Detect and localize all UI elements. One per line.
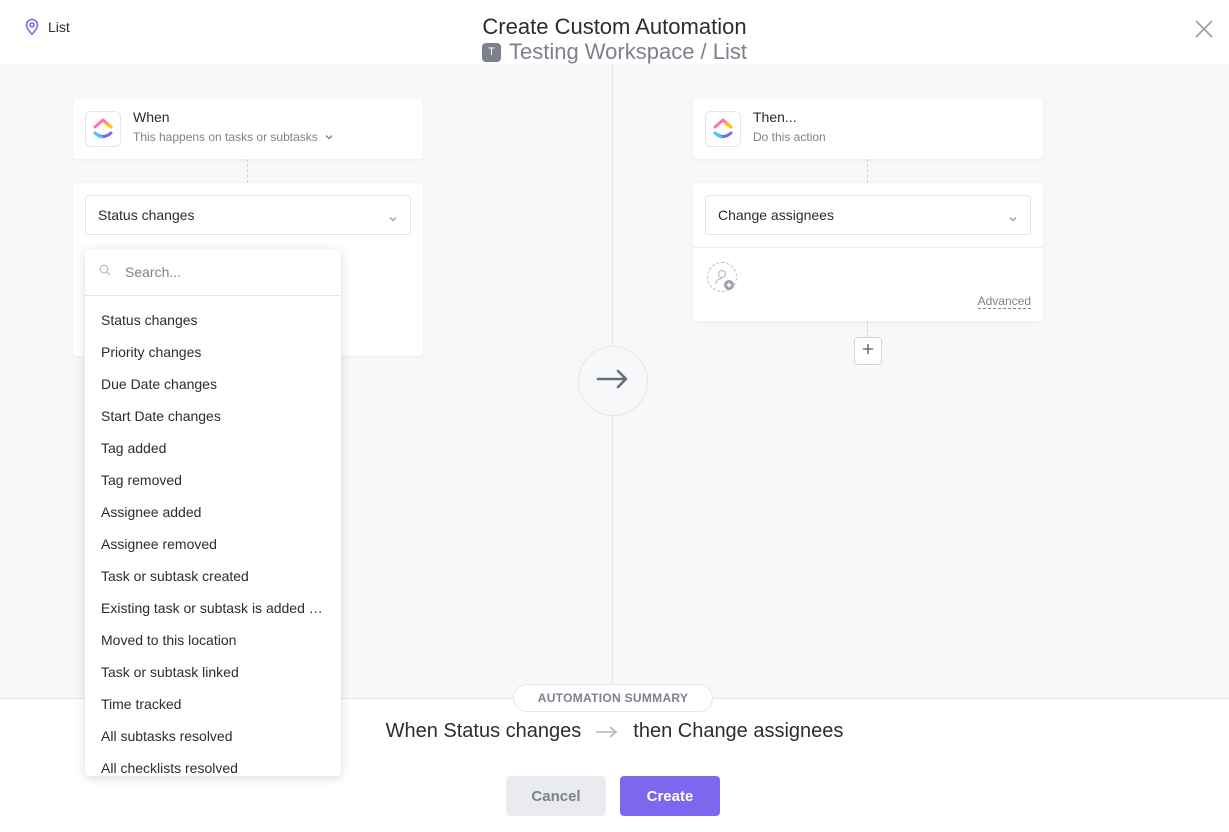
close-icon (1193, 20, 1215, 44)
action-subtitle: Do this action (753, 130, 826, 144)
trigger-dropdown: Status changes Priority changes Due Date… (85, 249, 341, 776)
trigger-option-all-checklists-resolved[interactable]: All checklists resolved (85, 752, 341, 776)
trigger-option-existing-task-added[interactable]: Existing task or subtask is added to thi… (85, 592, 341, 624)
workspace-avatar: T (481, 42, 501, 62)
flow-arrow (578, 346, 648, 416)
chevron-down-icon (1008, 210, 1018, 226)
add-action-button[interactable] (854, 337, 882, 365)
summary-label: AUTOMATION SUMMARY (513, 684, 713, 712)
arrow-right-icon (595, 725, 619, 739)
chevron-down-icon (388, 210, 398, 226)
action-select[interactable]: Change assignees (705, 195, 1031, 235)
trigger-option-tag-removed[interactable]: Tag removed (85, 464, 341, 496)
action-select-value: Change assignees (718, 207, 834, 223)
title-block: Create Custom Automation T Testing Works… (0, 14, 1229, 64)
trigger-option-due-date-changes[interactable]: Due Date changes (85, 368, 341, 400)
trigger-options-list: Status changes Priority changes Due Date… (85, 296, 341, 776)
action-header-card: Then... Do this action (693, 99, 1043, 159)
trigger-option-priority-changes[interactable]: Priority changes (85, 336, 341, 368)
trigger-subtitle: This happens on tasks or subtasks (133, 130, 318, 144)
trigger-option-task-created[interactable]: Task or subtask created (85, 560, 341, 592)
summary-when: When Status changes (385, 720, 582, 742)
arrow-right-icon (596, 369, 630, 394)
advanced-link[interactable]: Advanced (977, 294, 1031, 309)
trigger-option-moved-to-location[interactable]: Moved to this location (85, 624, 341, 656)
assignee-section: Advanced (693, 247, 1043, 321)
workspace-path: T Testing Workspace / List (481, 39, 748, 64)
trigger-header-card: When This happens on tasks or subtasks (73, 99, 423, 159)
trigger-option-time-tracked[interactable]: Time tracked (85, 688, 341, 720)
add-assignee-button[interactable] (707, 262, 737, 292)
action-connector (867, 159, 868, 183)
cancel-button[interactable]: Cancel (506, 776, 606, 816)
trigger-option-start-date-changes[interactable]: Start Date changes (85, 400, 341, 432)
trigger-connector (247, 159, 248, 183)
action-title: Then... (753, 109, 797, 125)
add-step-connector (867, 321, 868, 337)
trigger-select-value: Status changes (98, 207, 195, 223)
clickup-logo-icon (85, 111, 121, 147)
create-button[interactable]: Create (620, 776, 720, 816)
action-card: Change assignees Advanced (693, 183, 1043, 321)
trigger-option-all-subtasks-resolved[interactable]: All subtasks resolved (85, 720, 341, 752)
trigger-title: When (133, 109, 170, 125)
trigger-option-assignee-added[interactable]: Assignee added (85, 496, 341, 528)
chevron-down-icon (324, 130, 334, 144)
search-input[interactable] (125, 264, 315, 280)
trigger-scope-selector[interactable]: This happens on tasks or subtasks (133, 130, 334, 144)
page-title: Create Custom Automation (482, 14, 747, 39)
workspace-path-label: Testing Workspace / List (508, 39, 748, 64)
trigger-option-assignee-removed[interactable]: Assignee removed (85, 528, 341, 560)
summary-then: then Change assignees (633, 720, 844, 742)
trigger-option-tag-added[interactable]: Tag added (85, 432, 341, 464)
dropdown-search (85, 249, 341, 296)
close-button[interactable] (1193, 18, 1215, 40)
search-icon (99, 263, 111, 281)
clickup-logo-icon (705, 111, 741, 147)
plus-icon (862, 342, 874, 360)
trigger-select[interactable]: Status changes (85, 195, 411, 235)
trigger-option-status-changes[interactable]: Status changes (85, 304, 341, 336)
trigger-option-task-linked[interactable]: Task or subtask linked (85, 656, 341, 688)
modal-header: List Create Custom Automation T Testing … (0, 0, 1229, 64)
